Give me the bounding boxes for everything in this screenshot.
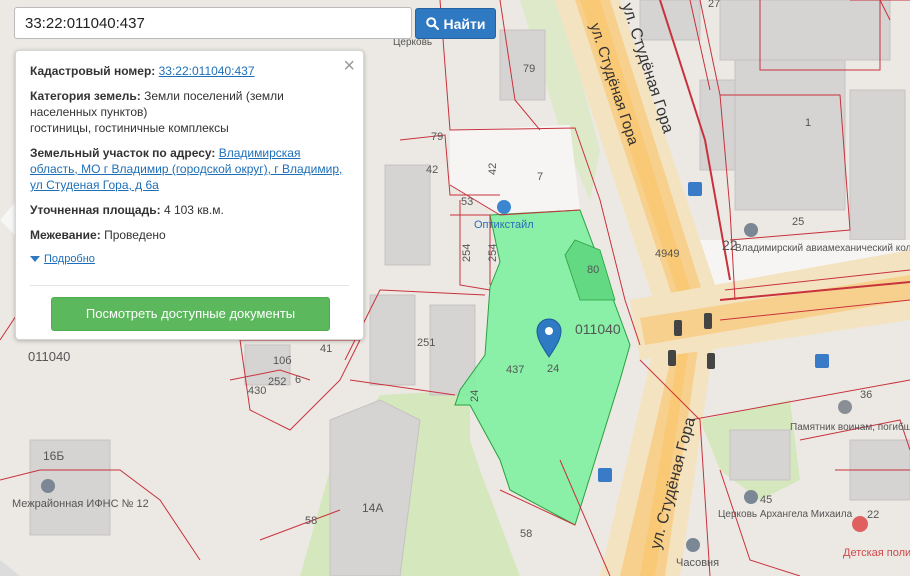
parcel-number: 10б bbox=[273, 355, 292, 367]
poi-label-chapel: Часовня bbox=[676, 557, 719, 569]
parcel-number: 6 bbox=[295, 374, 301, 386]
cadastral-number-row: Кадастровый номер: 33:22:011040:437 bbox=[30, 63, 348, 79]
parcel-number: 7 bbox=[537, 171, 543, 183]
area-row: Уточненная площадь: 4 103 кв.м. bbox=[30, 202, 348, 218]
school-icon[interactable] bbox=[744, 223, 758, 237]
cadastral-block-label: 011040 bbox=[28, 349, 70, 364]
parcel-number: 80 bbox=[587, 264, 599, 276]
poi-label-church: Церковь Архангела Михаила bbox=[718, 509, 853, 520]
search-bar: Найти bbox=[14, 7, 496, 39]
parcel-number: 79 bbox=[431, 131, 443, 143]
parcel-number: 42 bbox=[487, 163, 499, 175]
details-label: Подробно bbox=[44, 253, 95, 265]
office-icon[interactable] bbox=[41, 479, 55, 493]
parcel-number: 53 bbox=[461, 196, 473, 208]
search-button-label: Найти bbox=[443, 15, 486, 32]
parcel-number: 79 bbox=[523, 63, 535, 75]
parcel-number: 58 bbox=[520, 528, 532, 540]
parcel-number: 24 bbox=[469, 390, 481, 402]
bus-stop-icon[interactable] bbox=[688, 182, 702, 196]
hospital-icon[interactable] bbox=[852, 516, 868, 532]
poi-label-college: Владимирский авиамеханический колледж bbox=[735, 243, 910, 254]
cadastral-number-link[interactable]: 33:22:011040:437 bbox=[159, 64, 255, 78]
chevron-down-icon bbox=[30, 256, 40, 262]
parcel-number: 25 bbox=[792, 216, 804, 228]
search-button[interactable]: Найти bbox=[415, 8, 496, 39]
bus-stop-icon[interactable] bbox=[815, 354, 829, 368]
land-category-row: Категория земель: Земли поселений (земли… bbox=[30, 88, 348, 136]
search-icon bbox=[425, 17, 439, 30]
survey-row: Межевание: Проведено bbox=[30, 227, 348, 243]
survey-label: Межевание: bbox=[30, 228, 101, 242]
parcel-number: 24 bbox=[547, 363, 559, 375]
cadastral-block-label: 011040 bbox=[575, 321, 621, 337]
poi-label-college-text: Владимирский авиамеханический колледж bbox=[735, 243, 910, 254]
search-input[interactable] bbox=[14, 7, 412, 39]
parcel-number: 27 bbox=[708, 0, 720, 10]
monument-icon[interactable] bbox=[838, 400, 852, 414]
parcel-number: 45 bbox=[760, 494, 772, 506]
parcel-number: 36 bbox=[860, 389, 872, 401]
church-icon[interactable] bbox=[744, 490, 758, 504]
poi-label-tax: Межрайонная ИФНС № 12 bbox=[12, 498, 149, 510]
building-number: 16Б bbox=[43, 449, 64, 463]
parcel-info-panel: × Кадастровый номер: 33:22:011040:437 Ка… bbox=[15, 50, 364, 340]
address-label: Земельный участок по адресу: bbox=[30, 146, 216, 160]
close-icon[interactable]: × bbox=[343, 56, 355, 76]
land-category-label: Категория земель: bbox=[30, 89, 141, 103]
building-number: 14А bbox=[362, 501, 383, 515]
chapel-icon[interactable] bbox=[686, 538, 700, 552]
address-row: Земельный участок по адресу: Владимирска… bbox=[30, 145, 348, 193]
parcel-number: 41 bbox=[320, 343, 332, 355]
parcel-number: 430 bbox=[248, 385, 266, 397]
poi-label-clinic[interactable]: Детская поликлиника № 1 bbox=[843, 547, 910, 559]
land-use-value: гостиницы, гостиничные комплексы bbox=[30, 121, 229, 135]
area-value: 4 103 кв.м. bbox=[163, 203, 224, 217]
parcel-number: 254 bbox=[461, 244, 473, 262]
bus-stop-icon[interactable] bbox=[598, 468, 612, 482]
survey-value: Проведено bbox=[104, 228, 166, 242]
area-label: Уточненная площадь: bbox=[30, 203, 161, 217]
shop-icon[interactable] bbox=[497, 200, 511, 214]
parcel-number: 252 bbox=[268, 376, 286, 388]
parcel-number: 42 bbox=[426, 164, 438, 176]
poi-label-monument: Памятник воинам, погибшим в мирное время bbox=[790, 421, 910, 433]
parcel-number: 58 bbox=[305, 515, 317, 527]
view-documents-button[interactable]: Посмотреть доступные документы bbox=[51, 297, 330, 331]
parcel-number: 4949 bbox=[655, 248, 679, 260]
parcel-number: 1 bbox=[805, 117, 811, 129]
parcel-number: 437 bbox=[506, 364, 524, 376]
parcel-number: 254 bbox=[487, 244, 499, 262]
divider bbox=[30, 285, 349, 286]
parcel-number: 251 bbox=[417, 337, 435, 349]
cadastral-number-label: Кадастровый номер: bbox=[30, 64, 156, 78]
poi-label-optic[interactable]: Оптикстайл bbox=[474, 219, 534, 231]
details-toggle[interactable]: Подробно bbox=[30, 251, 348, 267]
parcel-number: 22 bbox=[867, 509, 879, 521]
